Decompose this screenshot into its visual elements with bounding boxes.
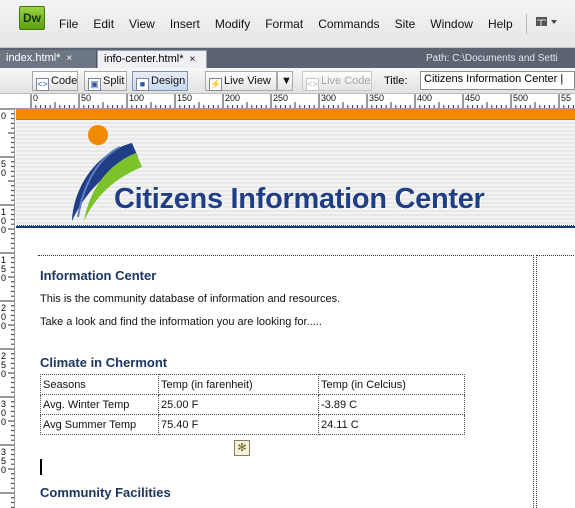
- menu-window[interactable]: Window: [430, 17, 473, 31]
- live-code-label: Live Code: [321, 75, 371, 87]
- close-tab-icon[interactable]: ×: [66, 53, 72, 64]
- intro-paragraph-2: Take a look and find the information you…: [40, 316, 322, 328]
- ruler-number: 0: [33, 94, 39, 103]
- vertical-ruler[interactable]: 0 50 100 150 200 250 300 350: [0, 109, 15, 508]
- menu-view[interactable]: View: [129, 17, 155, 31]
- ruler-number: 55: [561, 94, 572, 103]
- ruler-number: 300: [1, 399, 7, 427]
- application-menu-bar: Dw File Edit View Insert Modify Format C…: [0, 0, 575, 48]
- ruler-number: 350: [1, 447, 7, 475]
- tab-label: info-center.html*: [104, 53, 184, 65]
- dreamweaver-logo: Dw: [19, 6, 45, 30]
- live-code-button[interactable]: <> Live Code: [302, 71, 372, 91]
- ruler-number: 200: [225, 94, 241, 103]
- site-title: Citizens Information Center: [114, 183, 485, 215]
- split-view-button[interactable]: ▣ Split: [84, 71, 127, 91]
- design-label: Design: [151, 75, 186, 87]
- table-header-cell: Temp (in farenheit): [158, 374, 319, 395]
- table-cell: 24.11 C: [318, 414, 465, 435]
- tab-info-center[interactable]: info-center.html* ×: [97, 50, 207, 68]
- file-path: Path: C:\Documents and Setti: [426, 53, 558, 64]
- ruler-number: 150: [177, 94, 193, 103]
- live-view-icon: ⚡: [209, 78, 222, 91]
- table-header-cell: Seasons: [40, 374, 159, 395]
- tab-label: index.html*: [6, 52, 61, 64]
- design-icon: ■: [136, 78, 149, 91]
- design-view-button[interactable]: ■ Design: [132, 71, 188, 91]
- tab-index[interactable]: index.html* ×: [0, 50, 97, 68]
- code-icon: <>: [36, 78, 49, 91]
- table-cell: 75.40 F: [158, 414, 319, 435]
- table-cell: Avg Summer Temp: [40, 414, 159, 435]
- live-code-icon: <>: [306, 78, 319, 91]
- ruler-number: 250: [273, 94, 289, 103]
- ruler-number: 0: [1, 111, 7, 121]
- table-header-cell: Temp (in Celcius): [318, 374, 465, 395]
- document-tab-bar: index.html* × info-center.html* × Path: C:…: [0, 48, 575, 68]
- document-toolbar: <> Code ▣ Split ■ Design ⚡ Live View ▼ <> Liv…: [0, 68, 575, 94]
- table-cell: Avg. Winter Temp: [40, 394, 159, 415]
- code-view-button[interactable]: <> Code: [32, 71, 78, 91]
- split-label: Split: [103, 75, 125, 87]
- chevron-down-icon: ▼: [281, 75, 292, 87]
- menu-help[interactable]: Help: [488, 17, 513, 31]
- intro-paragraph: This is the community database of inform…: [40, 293, 341, 305]
- table-cell: -3.89 C: [318, 394, 465, 415]
- header-divider: [16, 225, 575, 228]
- climate-table[interactable]: Seasons Temp (in farenheit) Temp (in Cel…: [40, 374, 465, 435]
- ruler-number: 250: [1, 351, 7, 379]
- split-icon: ▣: [88, 78, 101, 91]
- page-title-input[interactable]: Citizens Information Center |: [420, 71, 575, 90]
- ruler-number: 400: [417, 94, 433, 103]
- heading-climate: Climate in Chermont: [40, 355, 168, 370]
- menu-edit[interactable]: Edit: [93, 17, 114, 31]
- table-row: Avg Summer Temp 75.40 F 24.11 C: [40, 414, 465, 435]
- menu-commands[interactable]: Commands: [318, 17, 379, 31]
- ruler-number: 300: [321, 94, 337, 103]
- ruler-number: 150: [1, 255, 7, 283]
- menu-separator: [526, 14, 527, 34]
- live-view-dropdown[interactable]: ▼: [277, 71, 293, 91]
- heading-information-center: Information Center: [40, 268, 157, 283]
- close-tab-icon[interactable]: ×: [189, 54, 195, 65]
- ruler-number: 100: [1, 207, 7, 235]
- orange-top-bar: [16, 109, 575, 120]
- sidebar-container[interactable]: [536, 255, 575, 508]
- ruler-number: 50: [81, 94, 92, 103]
- menu-format[interactable]: Format: [265, 17, 303, 31]
- design-view-canvas[interactable]: Citizens Information Center Information …: [16, 109, 575, 508]
- horizontal-ruler[interactable]: 0 50 100 150 200 250 300 350 400 450 500…: [0, 94, 575, 109]
- menu-file[interactable]: File: [59, 17, 78, 31]
- menu-insert[interactable]: Insert: [170, 17, 200, 31]
- menu-modify[interactable]: Modify: [215, 17, 250, 31]
- live-view-label: Live View: [224, 75, 271, 87]
- menu-site[interactable]: Site: [395, 17, 416, 31]
- text-cursor: [40, 459, 42, 475]
- ruler-number: 100: [129, 94, 145, 103]
- script-marker-icon[interactable]: ✻: [234, 440, 250, 456]
- ruler-number: 500: [513, 94, 529, 103]
- heading-community-facilities: Community Facilities: [40, 485, 171, 500]
- code-label: Code: [51, 75, 78, 87]
- layout-icon[interactable]: [536, 16, 560, 31]
- table-header-row: Seasons Temp (in farenheit) Temp (in Cel…: [40, 374, 465, 395]
- ruler-number: 450: [465, 94, 481, 103]
- main-menu: File Edit View Insert Modify Format Comm…: [59, 17, 528, 31]
- site-logo-icon: [72, 125, 142, 221]
- table-row: Avg. Winter Temp 25.00 F -3.89 C: [40, 394, 465, 415]
- live-view-button[interactable]: ⚡ Live View: [205, 71, 277, 91]
- ruler-number: 50: [1, 159, 7, 178]
- ruler-number: 350: [369, 94, 385, 103]
- title-label: Title:: [384, 75, 408, 87]
- ruler-number: 200: [1, 303, 7, 331]
- table-cell: 25.00 F: [158, 394, 319, 415]
